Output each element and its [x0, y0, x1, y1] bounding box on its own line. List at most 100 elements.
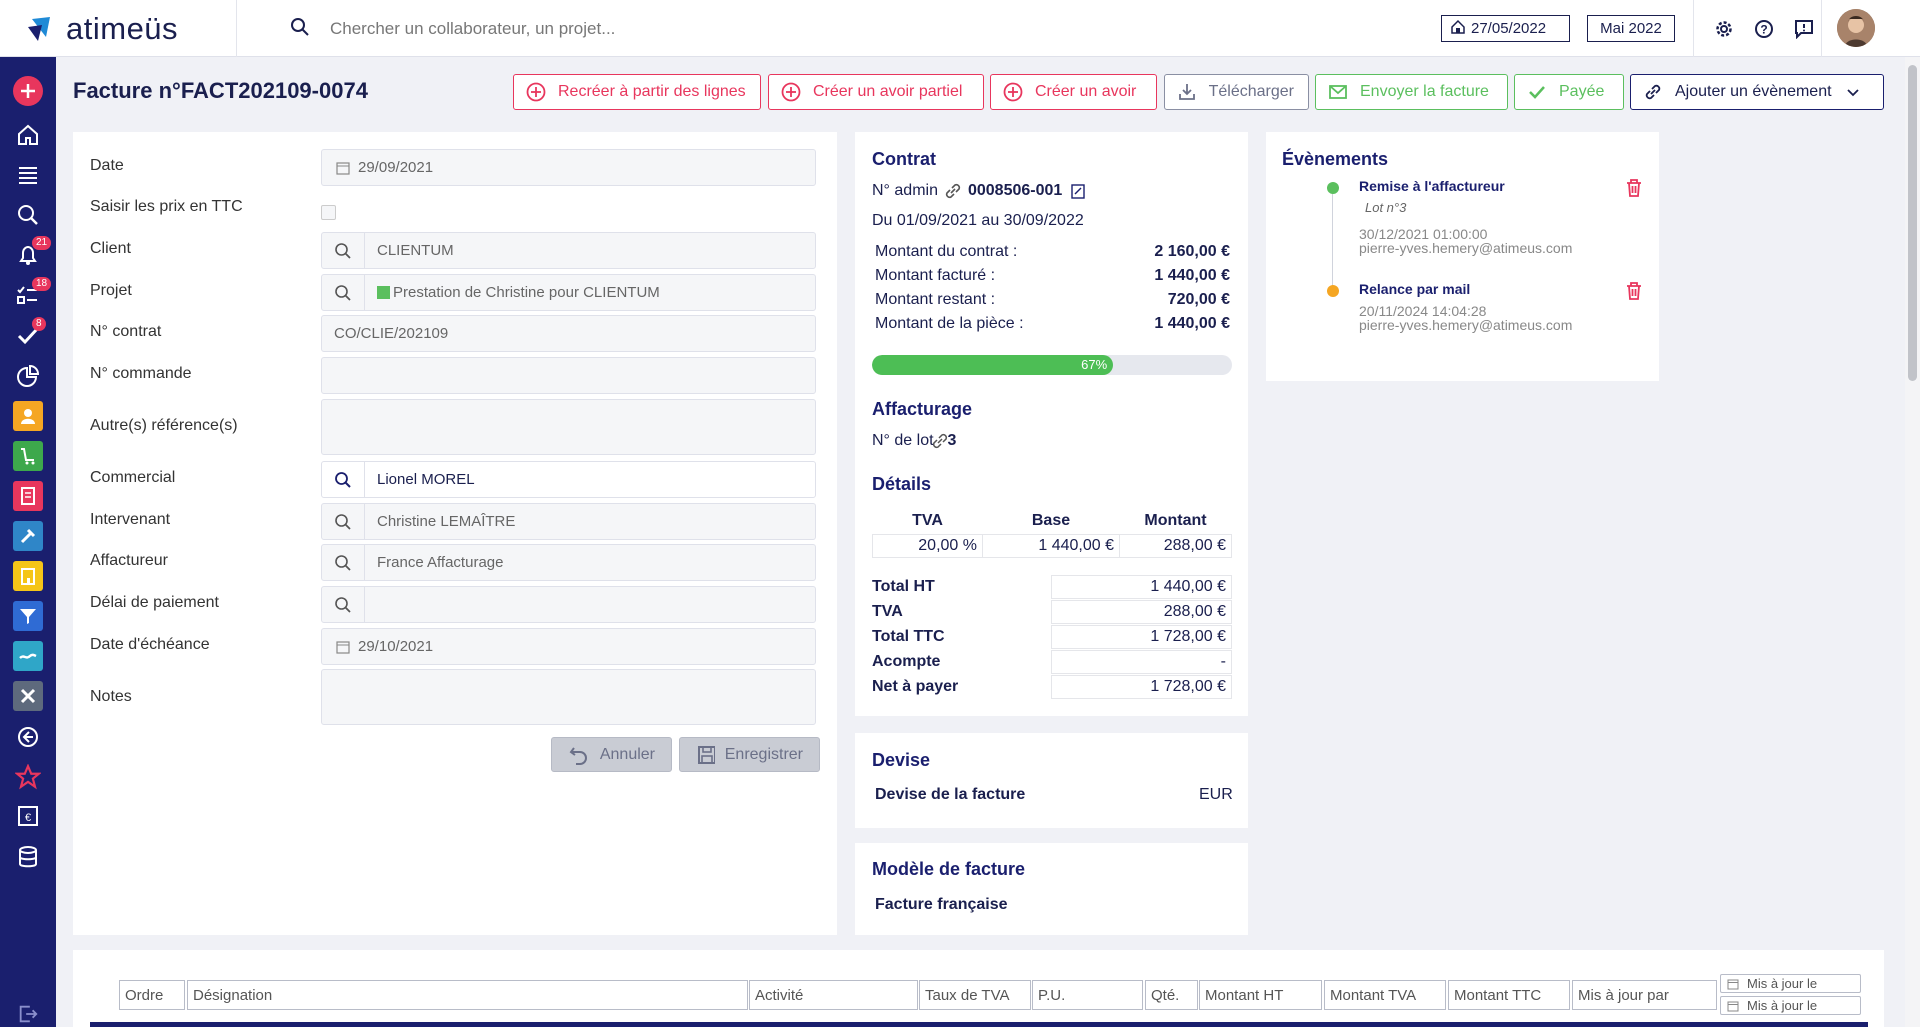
link-icon[interactable]: [932, 433, 948, 449]
column-header[interactable]: P.U.: [1032, 980, 1143, 1010]
logo[interactable]: atimeüs: [24, 11, 234, 46]
search-icon[interactable]: [10, 198, 46, 232]
add-button[interactable]: [10, 74, 46, 108]
contributor-field[interactable]: Christine LEMAÎTRE: [321, 503, 816, 540]
notes-label: Notes: [90, 688, 132, 705]
notes-field[interactable]: [321, 669, 816, 725]
period-selector[interactable]: Mai 2022: [1587, 15, 1675, 42]
tools-icon[interactable]: [10, 679, 46, 713]
download-icon: [1179, 84, 1195, 100]
contract-period: Du 01/09/2021 au 30/09/2022: [872, 212, 1084, 229]
column-header[interactable]: Montant TVA: [1324, 980, 1446, 1010]
sales-field[interactable]: Lionel MOREL: [321, 461, 816, 498]
scrollbar[interactable]: [1905, 57, 1920, 1027]
partial-credit-label: Créer un avoir partiel: [813, 83, 963, 100]
column-header[interactable]: Montant HT: [1199, 980, 1322, 1010]
help-icon[interactable]: ?: [1752, 17, 1776, 41]
validations-badge: 8: [32, 317, 46, 331]
column-header[interactable]: Mis à jour par: [1572, 980, 1717, 1010]
ttc-checkbox[interactable]: [321, 205, 336, 220]
total-label: TVA: [872, 603, 903, 620]
total-label: Net à payer: [872, 678, 959, 695]
database-icon[interactable]: [10, 840, 46, 874]
project-value: Prestation de Christine pour CLIENTUM: [393, 284, 660, 301]
avatar[interactable]: [1837, 9, 1875, 47]
column-header[interactable]: Montant TTC: [1448, 980, 1570, 1010]
amount-header: Montant: [1144, 512, 1207, 530]
add-event-button[interactable]: Ajouter un évènement: [1630, 74, 1884, 110]
client-field[interactable]: CLIENTUM: [321, 232, 816, 269]
trash-icon[interactable]: [1625, 281, 1643, 306]
credit-label: Créer un avoir: [1035, 83, 1137, 100]
chart-icon[interactable]: [10, 359, 46, 393]
event-dot: [1327, 285, 1339, 297]
progress-fill: 67%: [872, 355, 1114, 375]
scrollbar-thumb[interactable]: [1908, 65, 1917, 381]
paid-button[interactable]: Payée: [1514, 74, 1624, 110]
column-header[interactable]: Taux de TVA: [919, 980, 1031, 1010]
partial-credit-button[interactable]: Créer un avoir partiel: [768, 74, 984, 110]
recreate-button[interactable]: Recréer à partir des lignes: [513, 74, 761, 110]
project-field[interactable]: Prestation de Christine pour CLIENTUM: [321, 274, 816, 311]
cart-icon[interactable]: [10, 439, 46, 473]
download-button[interactable]: Télécharger: [1164, 74, 1309, 110]
column-header[interactable]: Désignation: [187, 980, 748, 1010]
euro-doc-icon[interactable]: €: [10, 799, 46, 833]
global-search[interactable]: Chercher un collaborateur, un projet...: [290, 14, 990, 44]
list-icon[interactable]: [10, 158, 46, 192]
cancel-button[interactable]: Annuler: [551, 737, 672, 772]
link-icon[interactable]: [944, 182, 962, 200]
contract-title: Contrat: [872, 149, 936, 169]
other-refs-field[interactable]: [321, 399, 816, 455]
back-icon[interactable]: [10, 720, 46, 754]
invoice-template-panel: [855, 843, 1248, 935]
hammer-icon[interactable]: [10, 519, 46, 553]
date-selector[interactable]: 27/05/2022: [1441, 15, 1570, 42]
gear-icon[interactable]: [1712, 17, 1736, 41]
edit-icon[interactable]: [1070, 183, 1086, 199]
search-input[interactable]: Chercher un collaborateur, un projet...: [330, 19, 615, 39]
contract-field[interactable]: CO/CLIE/202109: [321, 315, 816, 352]
date-field[interactable]: 29/09/2021: [321, 149, 816, 186]
bell-icon[interactable]: 21: [10, 236, 52, 272]
ttc-label: Saisir les prix en TTC: [90, 198, 243, 215]
due-date-field[interactable]: 29/10/2021: [321, 628, 816, 665]
send-invoice-button[interactable]: Envoyer la facture: [1315, 74, 1508, 110]
factoring-title: Affacturage: [872, 399, 973, 419]
column-header[interactable]: Activité: [749, 980, 918, 1010]
home-icon[interactable]: [10, 118, 46, 152]
vat-amount: 288,00 €: [1119, 533, 1232, 558]
credit-button[interactable]: Créer un avoir: [990, 74, 1157, 110]
invoice-icon[interactable]: [10, 479, 46, 513]
column-header[interactable]: Qté.: [1145, 980, 1198, 1010]
check-icon[interactable]: 8: [10, 317, 46, 353]
app-name: atimeüs: [66, 11, 179, 46]
save-label: Enregistrer: [724, 745, 803, 763]
star-icon[interactable]: [10, 760, 46, 794]
divider: [1693, 0, 1694, 57]
save-button[interactable]: Enregistrer: [679, 737, 820, 772]
filter-icon[interactable]: [10, 599, 46, 633]
feedback-icon[interactable]: [1792, 17, 1816, 41]
updated-on-filter[interactable]: Mis à jour le: [1720, 974, 1861, 993]
contract-amount-row: Montant de la pièce : 1 440,00 €: [875, 315, 1230, 333]
trash-icon[interactable]: [1625, 178, 1643, 203]
factor-field[interactable]: France Affacturage: [321, 544, 816, 581]
search-icon: [335, 471, 351, 488]
column-header[interactable]: Ordre: [119, 980, 185, 1010]
updated-on-filter[interactable]: Mis à jour le: [1720, 996, 1861, 1015]
logout-icon[interactable]: [10, 997, 46, 1027]
vat-base: 1 440,00 €: [982, 533, 1120, 558]
building-icon[interactable]: [10, 559, 46, 593]
contract-value: CO/CLIE/202109: [334, 325, 449, 342]
updated-on-label: Mis à jour le: [1747, 976, 1818, 991]
handshake-icon[interactable]: [10, 639, 46, 673]
payment-delay-field[interactable]: [321, 586, 816, 623]
search-icon: [335, 513, 351, 530]
vat-table: TVA Base Montant 20,00 % 1 440,00 €288,00 €: [872, 509, 1232, 558]
tasks-icon[interactable]: 18: [10, 277, 52, 313]
total-value: 1 440,00 €: [1051, 575, 1232, 599]
user-icon[interactable]: [10, 399, 46, 433]
admin-value: 0008506-001: [967, 182, 1063, 199]
order-field[interactable]: [321, 357, 816, 394]
